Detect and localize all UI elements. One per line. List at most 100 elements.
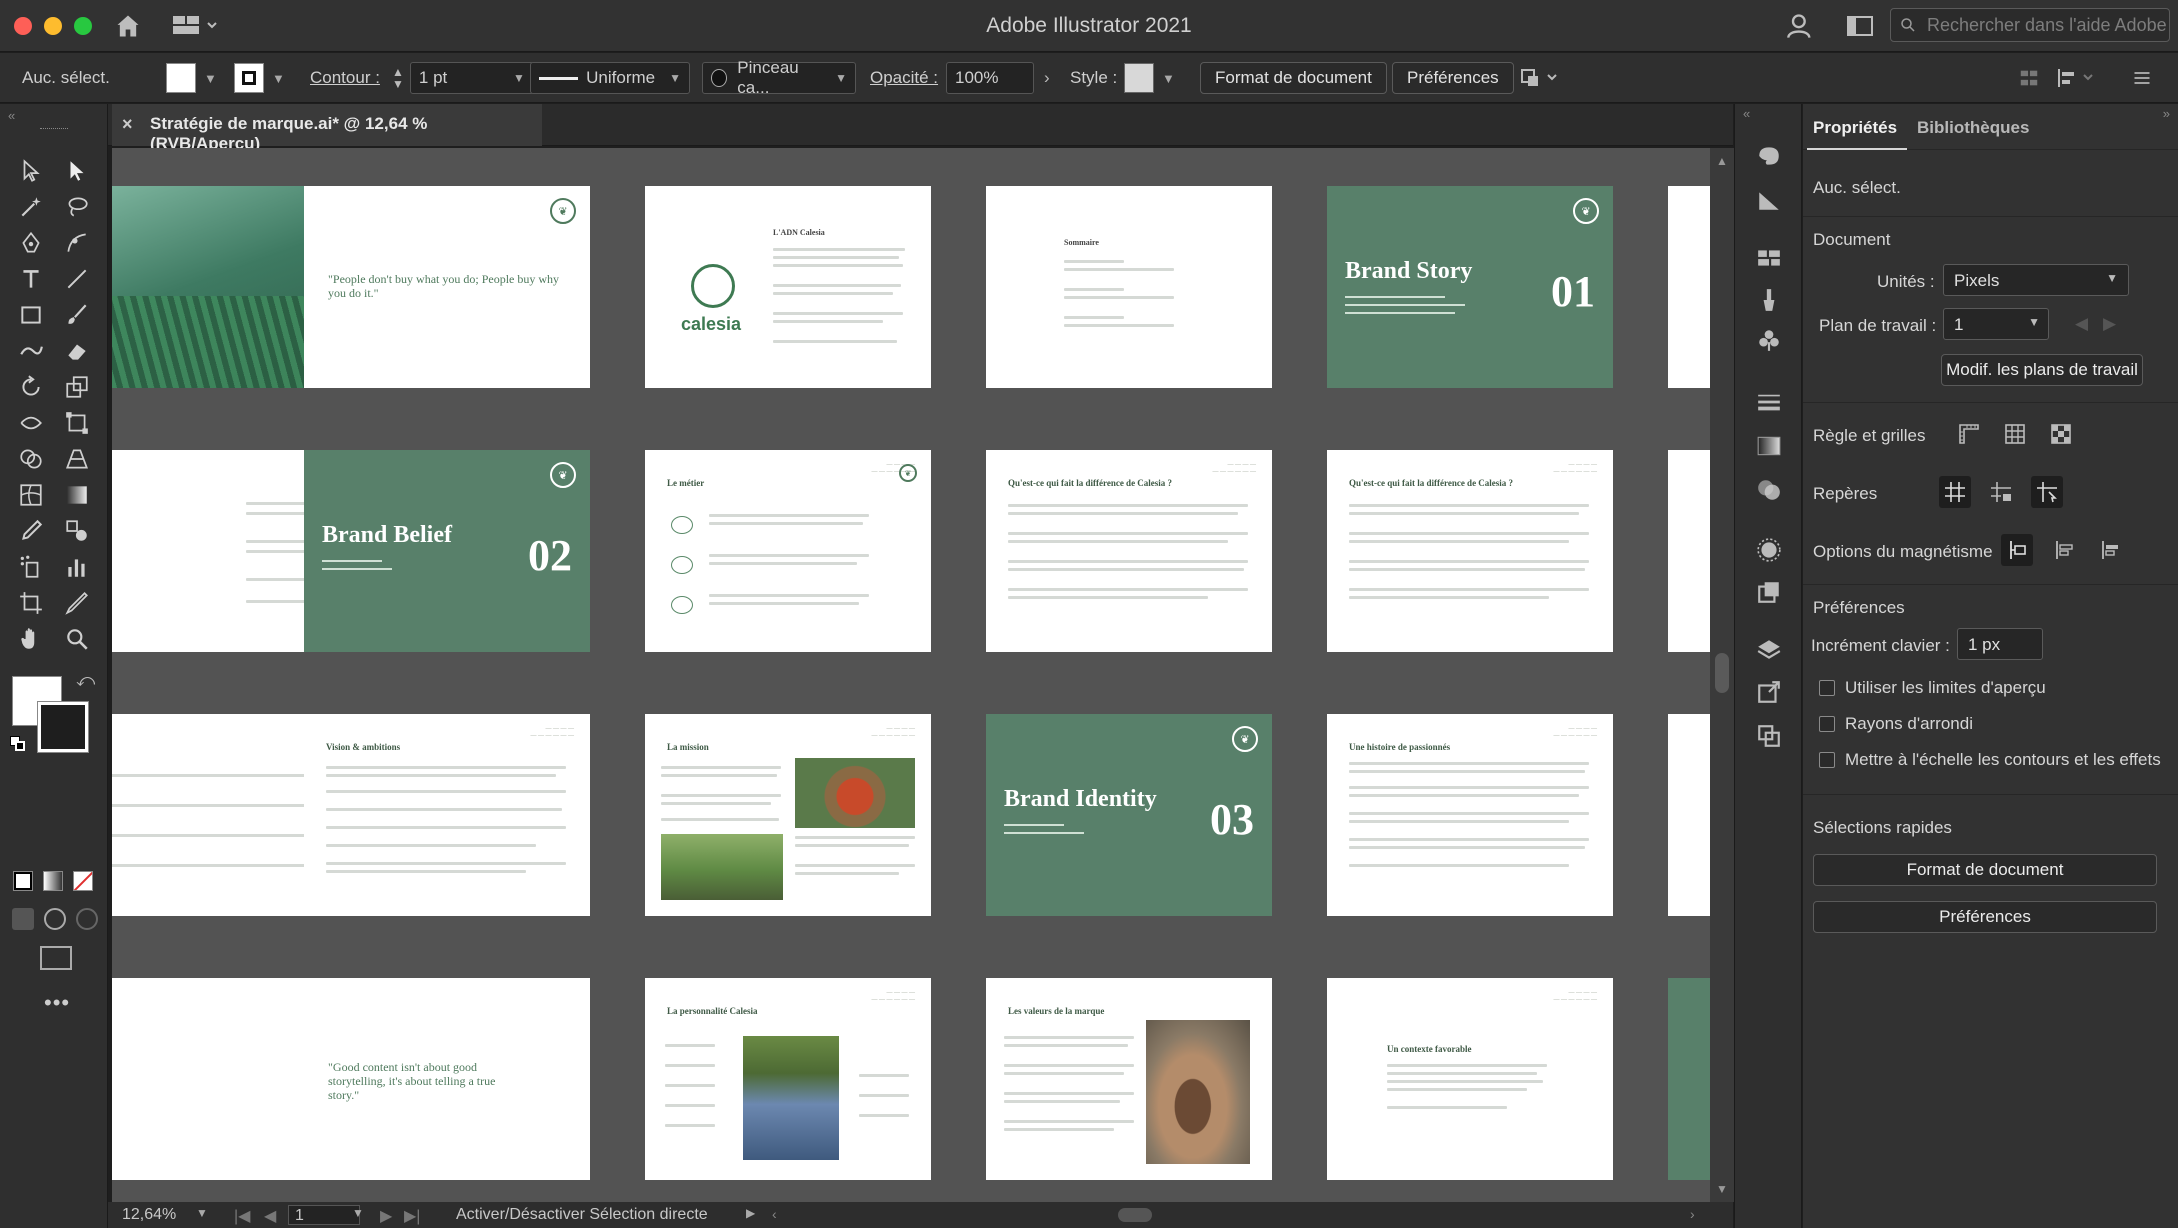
scale-tool-icon[interactable] — [60, 370, 94, 404]
pen-tool-icon[interactable] — [14, 226, 48, 260]
hand-tool-icon[interactable] — [14, 622, 48, 656]
zoom-dropdown-icon[interactable]: ▼ — [196, 1206, 208, 1220]
distribute-icon[interactable] — [2056, 53, 2096, 103]
opacity-label[interactable]: Opacité : — [870, 53, 938, 103]
stroke-profile-select[interactable]: Uniforme ▼ — [530, 62, 690, 94]
zoom-tool-icon[interactable] — [60, 622, 94, 656]
artboard[interactable]: calesia L'ADN Calesia — [645, 186, 931, 388]
artboard[interactable]: — — — — — — — — — — Une histoire de passi… — [1327, 714, 1613, 916]
show-guides-icon[interactable] — [1939, 476, 1971, 508]
grip-icon[interactable] — [40, 128, 68, 131]
artboard-select[interactable]: 1 ▼ — [1943, 308, 2049, 340]
chevron-down-icon[interactable]: ▼ — [204, 71, 217, 86]
selection-tool-icon[interactable] — [14, 154, 48, 188]
first-artboard-icon[interactable]: |◀ — [234, 1206, 250, 1226]
smart-guides-icon[interactable] — [2031, 476, 2063, 508]
preferences-button[interactable]: Préférences — [1392, 62, 1514, 94]
style-swatch[interactable] — [1124, 63, 1154, 93]
shape-builder-tool-icon[interactable] — [14, 442, 48, 476]
brushes-icon[interactable] — [1755, 286, 1783, 314]
zoom-field[interactable]: 12,64% — [122, 1206, 176, 1224]
rotate-tool-icon[interactable] — [14, 370, 48, 404]
stroke-color-box[interactable] — [37, 701, 89, 753]
artboard-number-field[interactable]: 1 — [288, 1205, 360, 1225]
draw-normal-icon[interactable] — [12, 908, 34, 930]
previous-artboard-icon[interactable]: ◀ — [264, 1206, 276, 1226]
curvature-tool-icon[interactable] — [60, 226, 94, 260]
draw-inside-icon[interactable] — [76, 908, 98, 930]
align-icon[interactable] — [2018, 53, 2040, 103]
column-graph-tool-icon[interactable] — [60, 550, 94, 584]
type-tool-icon[interactable] — [14, 262, 48, 296]
artboard[interactable] — [1668, 186, 1710, 388]
snap-to-glyph-icon[interactable] — [2093, 534, 2125, 566]
panel-toggle-icon[interactable] — [1846, 14, 1874, 38]
vertical-scrollbar[interactable]: ▲ ▼ — [1710, 148, 1734, 1202]
artboard[interactable]: ❦ "People don't buy what you do; People … — [304, 186, 590, 388]
scroll-down-icon[interactable]: ▼ — [1716, 1182, 1728, 1196]
qa-document-setup-button[interactable]: Format de document — [1813, 854, 2157, 886]
scroll-thumb[interactable] — [1715, 653, 1729, 693]
artboard[interactable]: — — — — — — — — — — La personnalité Cales… — [645, 978, 931, 1180]
artboard[interactable]: — — — — — — — — — — ❦ Le métier — [645, 450, 931, 652]
snap-to-pixel-icon[interactable] — [2047, 534, 2079, 566]
previous-artboard-icon[interactable]: ◀ — [2075, 314, 2088, 334]
gradient-swatch-icon[interactable] — [1755, 432, 1783, 460]
stroke-panel-icon[interactable] — [1755, 388, 1783, 416]
layers-icon[interactable] — [1755, 636, 1783, 664]
artboard[interactable]: — — — — — — — — — — Vision & ambitions — [304, 714, 590, 916]
paintbrush-tool-icon[interactable] — [60, 298, 94, 332]
last-artboard-icon[interactable]: ▶| — [404, 1206, 420, 1226]
preview-bounds-checkbox[interactable]: Utiliser les limites d'aperçu — [1819, 678, 2046, 698]
fill-swatch[interactable] — [166, 63, 196, 93]
artboard[interactable]: — — — — — — — — — — Qu'est-ce qui fait la… — [986, 450, 1272, 652]
brush-select[interactable]: Pinceau ca... ▼ — [702, 58, 856, 97]
scroll-right-icon[interactable]: › — [1690, 1206, 1695, 1222]
tab-properties[interactable]: Propriétés — [1813, 118, 1897, 138]
artboard[interactable]: Sommaire — [986, 186, 1272, 388]
qa-preferences-button[interactable]: Préférences — [1813, 901, 2157, 933]
none-mode-icon[interactable] — [73, 871, 93, 891]
artboard[interactable]: — — — — — — — — — — Qu'est-ce qui fait la… — [1327, 450, 1613, 652]
horizontal-scroll-thumb[interactable] — [1118, 1208, 1152, 1222]
artboard[interactable]: — — — — — — — — — — Un contexte favorable — [1327, 978, 1613, 1180]
key-increment-field[interactable]: 1 px — [1957, 628, 2043, 660]
mesh-tool-icon[interactable] — [14, 478, 48, 512]
rectangle-tool-icon[interactable] — [14, 298, 48, 332]
status-text[interactable]: Activer/Désactiver Sélection directe — [456, 1206, 708, 1224]
artboard-tool-icon[interactable] — [14, 586, 48, 620]
more-tools-icon[interactable]: ••• — [44, 990, 70, 1016]
draw-behind-icon[interactable] — [44, 908, 66, 930]
magic-wand-tool-icon[interactable] — [14, 190, 48, 224]
document-tab[interactable]: × Stratégie de marque.ai* @ 12,64 % (RVB… — [112, 104, 542, 153]
width-tool-icon[interactable] — [14, 406, 48, 440]
status-menu-icon[interactable]: ▶ — [746, 1206, 755, 1220]
artboard[interactable]: ❦ Brand Story 01 — [1327, 186, 1613, 388]
chevron-down-icon[interactable]: ▼ — [1162, 71, 1175, 86]
color-mode-icon[interactable] — [13, 871, 33, 891]
units-select[interactable]: Pixels ▼ — [1943, 264, 2129, 296]
line-tool-icon[interactable] — [60, 262, 94, 296]
lasso-tool-icon[interactable] — [60, 190, 94, 224]
next-artboard-icon[interactable]: ▶ — [380, 1206, 392, 1226]
default-colors-icon[interactable] — [10, 736, 26, 752]
perspective-grid-tool-icon[interactable] — [60, 442, 94, 476]
artboard[interactable] — [1668, 978, 1710, 1180]
artboard[interactable]: ❦ Brand Identity 03 — [986, 714, 1272, 916]
swap-colors-icon[interactable]: ⤺ — [76, 670, 95, 691]
artboard-canvas[interactable]: ❦ "People don't buy what you do; People … — [112, 148, 1710, 1202]
edit-artboards-button[interactable]: Modif. les plans de travail — [1941, 354, 2143, 386]
eyedropper-tool-icon[interactable] — [14, 514, 48, 548]
free-transform-tool-icon[interactable] — [60, 406, 94, 440]
grid-icon[interactable] — [1999, 418, 2031, 450]
snap-to-point-icon[interactable] — [2001, 534, 2033, 566]
artboard[interactable] — [1668, 450, 1710, 652]
artboard[interactable]: ❦ Brand Belief 02 — [304, 450, 590, 652]
artboard[interactable] — [1668, 714, 1710, 916]
lock-guides-icon[interactable] — [1985, 476, 2017, 508]
chevron-right-icon[interactable]: › — [1044, 68, 1050, 88]
gradient-panel-icon[interactable] — [1755, 186, 1783, 214]
symbol-sprayer-tool-icon[interactable] — [14, 550, 48, 584]
direct-selection-tool-icon[interactable] — [60, 154, 94, 188]
artboard[interactable]: — — — — — — — — — — La mission — [645, 714, 931, 916]
